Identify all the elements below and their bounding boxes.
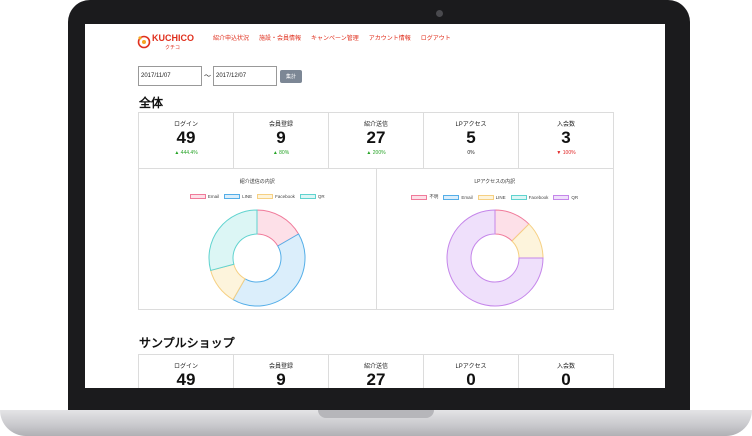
legend-item[interactable]: Email: [189, 194, 220, 199]
shop-stat-enrollment: 入会数 0: [519, 355, 613, 388]
stat-value: 27: [366, 370, 386, 388]
lp-access-donut: [446, 209, 544, 307]
legend-item[interactable]: LINE: [224, 194, 252, 199]
logo-mark-icon: [137, 35, 151, 49]
stat-value: 27: [366, 128, 386, 147]
shop-stat-lp-access: LPアクセス 0: [424, 355, 519, 388]
legend-label: LINE: [495, 194, 506, 200]
stat-change: ▼ 100%: [556, 150, 576, 156]
menu-account[interactable]: アカウント情報: [369, 33, 411, 42]
legend-label: Facebook: [528, 194, 549, 200]
stat-value: 9: [276, 128, 286, 147]
aggregate-button[interactable]: 集計: [280, 69, 302, 83]
legend-swatch: [443, 194, 460, 200]
stat-change: 0%: [467, 150, 475, 156]
stat-login: ログイン 49 ▲ 444.4%: [139, 113, 234, 168]
logo-subtext: クチコ: [165, 45, 181, 51]
main-menu: 紹介申込状況 施設・会員情報 キャンペーン管理 アカウント情報 ログアウト: [213, 33, 451, 42]
top-nav: KUCHICO クチコ 紹介申込状況 施設・会員情報 キャンペーン管理 アカウン…: [85, 24, 665, 58]
legend-label: 不明: [429, 194, 439, 199]
legend-label: Email: [461, 194, 473, 200]
menu-facility-members[interactable]: 施設・会員情報: [259, 33, 301, 42]
legend-item[interactable]: QR: [553, 194, 578, 200]
stat-change: ▲ 444.4%: [174, 150, 198, 156]
chart-legend: 不明 Email LINE Facebook QR: [377, 194, 614, 200]
date-from-input[interactable]: 2017/11/07: [138, 66, 202, 86]
donut-slice-QR[interactable]: [208, 209, 258, 272]
legend-item[interactable]: Facebook: [510, 194, 549, 200]
sample-shop-title: サンプルショップ: [139, 336, 235, 350]
overall-stats: ログイン 49 ▲ 444.4% 会員登録 9 ▲ 80% 紹介送信 27 ▲ …: [138, 112, 614, 169]
referral-breakdown-chart: 紹介送信の内訳 Email LINE Facebook QR: [139, 169, 377, 309]
legend-swatch: [477, 194, 494, 200]
stat-value: 0: [561, 370, 571, 388]
chart-title: 紹介送信の内訳: [239, 179, 275, 185]
stat-label: 会員登録: [268, 122, 293, 128]
stat-value: 9: [276, 370, 286, 388]
stat-value: 0: [466, 370, 476, 388]
camera-icon: [436, 10, 443, 17]
stat-label: LPアクセス: [455, 122, 487, 128]
stat-label: 紹介送信: [363, 122, 388, 128]
referral-donut: [208, 209, 306, 307]
date-filter: 2017/11/07 〜 2017/12/07 集計: [138, 66, 302, 86]
legend-swatch: [299, 194, 316, 199]
sample-shop-stats: ログイン 49 会員登録 9 紹介送信 27 LPアクセス 0 入会数 0: [138, 354, 614, 388]
donut-slice-LINE[interactable]: [232, 233, 306, 307]
legend-label: Email: [207, 194, 220, 199]
stat-value: 3: [561, 128, 571, 147]
screen: KUCHICO クチコ 紹介申込状況 施設・会員情報 キャンペーン管理 アカウン…: [85, 24, 665, 388]
overall-title: 全体: [139, 96, 164, 110]
stat-label: 入会数: [556, 364, 575, 370]
legend-swatch: [257, 194, 274, 199]
logo-text: KUCHICO: [152, 33, 194, 43]
shop-stat-referral-sent: 紹介送信 27: [329, 355, 424, 388]
menu-logout[interactable]: ログアウト: [421, 33, 451, 42]
legend-label: QR: [571, 194, 579, 200]
stat-value: 5: [466, 128, 476, 147]
shop-stat-registration: 会員登録 9: [234, 355, 329, 388]
legend-item[interactable]: QR: [299, 194, 325, 199]
legend-swatch: [510, 194, 527, 200]
legend-item[interactable]: Email: [443, 194, 473, 200]
stat-referral-sent: 紹介送信 27 ▲ 200%: [329, 113, 424, 168]
chart-title: LPアクセスの内訳: [474, 179, 516, 185]
legend-label: LINE: [242, 194, 253, 199]
breakdown-charts: 紹介送信の内訳 Email LINE Facebook QR LPアクセスの内訳 不明…: [138, 169, 614, 310]
stat-label: ログイン: [173, 364, 198, 370]
menu-referral-status[interactable]: 紹介申込状況: [213, 33, 249, 42]
lp-access-breakdown-chart: LPアクセスの内訳 不明 Email LINE Facebook QR: [377, 169, 614, 309]
shop-stat-login: ログイン 49: [139, 355, 234, 388]
laptop-notch: [318, 410, 434, 418]
kuchico-logo[interactable]: KUCHICO クチコ: [137, 31, 207, 55]
legend-swatch: [411, 194, 428, 200]
stat-lp-access: LPアクセス 5 0%: [424, 113, 519, 168]
legend-item[interactable]: Facebook: [257, 194, 295, 199]
stat-change: ▲ 200%: [366, 150, 386, 156]
stat-value: 49: [176, 128, 196, 147]
legend-item[interactable]: LINE: [477, 194, 506, 200]
chart-legend: Email LINE Facebook QR: [139, 194, 376, 199]
stat-label: ログイン: [173, 122, 198, 128]
date-separator: 〜: [204, 73, 211, 80]
stat-registration: 会員登録 9 ▲ 80%: [234, 113, 329, 168]
menu-campaign[interactable]: キャンペーン管理: [311, 33, 359, 42]
date-to-input[interactable]: 2017/12/07: [213, 66, 277, 86]
stat-label: 入会数: [556, 122, 575, 128]
legend-label: QR: [317, 194, 325, 199]
legend-swatch: [553, 194, 570, 200]
stat-label: LPアクセス: [455, 364, 487, 370]
stat-enrollment: 入会数 3 ▼ 100%: [519, 113, 613, 168]
stat-value: 49: [176, 370, 196, 388]
legend-swatch: [224, 194, 241, 199]
legend-item[interactable]: 不明: [411, 194, 438, 200]
legend-label: Facebook: [275, 194, 295, 199]
stat-label: 会員登録: [268, 364, 293, 370]
stat-change: ▲ 80%: [272, 150, 290, 156]
legend-swatch: [189, 194, 206, 199]
stat-label: 紹介送信: [363, 364, 388, 370]
